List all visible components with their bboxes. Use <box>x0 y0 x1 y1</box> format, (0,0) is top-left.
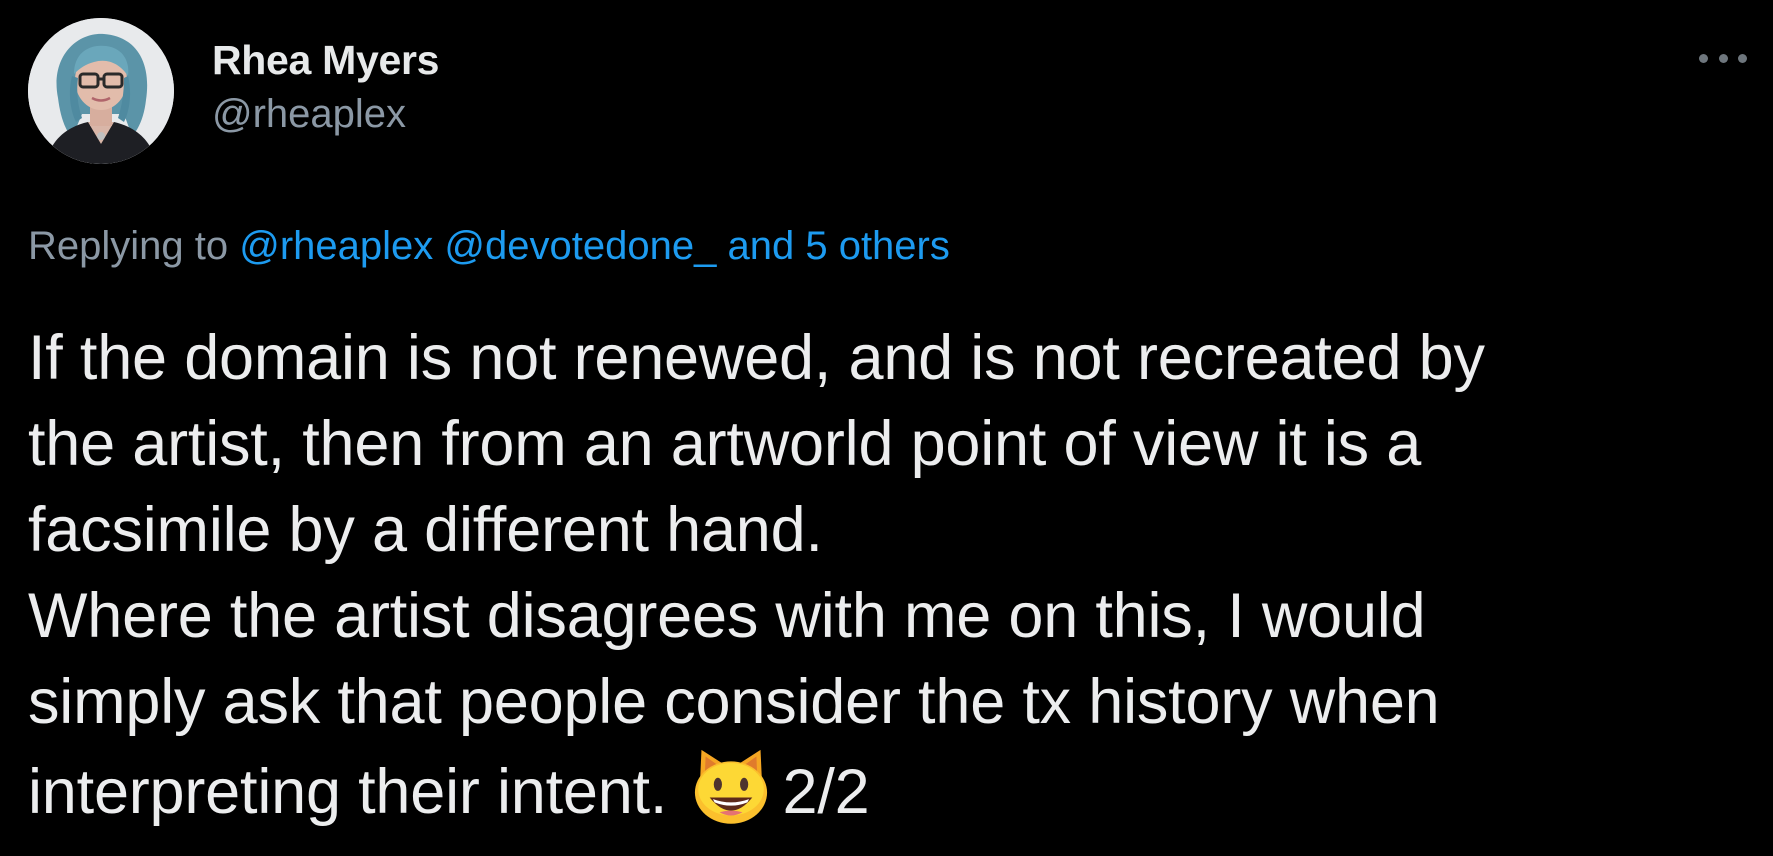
author-display-name[interactable]: Rhea Myers <box>212 36 439 84</box>
avatar-photo-icon <box>28 18 174 164</box>
more-dot <box>1738 53 1747 63</box>
mention-link[interactable]: @devotedone_ <box>444 224 716 268</box>
author-handle[interactable]: @rheaplex <box>212 88 439 140</box>
author-block: Rhea Myers @rheaplex <box>212 36 439 140</box>
replying-to-line: Replying to @rheaplex @devotedone_ and 5… <box>28 220 950 272</box>
tweet-text: If the domain is not renewed, and is not… <box>28 315 1728 835</box>
tweet-line: simply ask that people consider the tx h… <box>28 667 1440 737</box>
tweet-line: the artist, then from an artworld point … <box>28 409 1422 479</box>
tweet-line: interpreting their intent. <box>28 757 668 827</box>
tweet-line: facsimile by a different hand. <box>28 495 823 565</box>
tweet-line: If the domain is not renewed, and is not… <box>28 323 1485 393</box>
others-link[interactable]: and 5 others <box>727 224 949 268</box>
tweet-line: Where the artist disagrees with me on th… <box>28 581 1426 651</box>
smiling-cat-face-icon <box>695 749 768 824</box>
more-dot <box>1718 53 1728 63</box>
mention-link[interactable]: @rheaplex <box>239 224 433 268</box>
tweet-card: Rhea Myers @rheaplex Replying to @rheapl… <box>0 0 1773 856</box>
replying-to-label: Replying to <box>28 224 229 268</box>
more-dot <box>1699 53 1708 63</box>
avatar[interactable] <box>28 18 174 164</box>
thread-counter: 2/2 <box>782 757 870 827</box>
more-options-icon[interactable] <box>1699 46 1747 70</box>
tweet-line-last: interpreting their intent. 2/2 <box>28 745 1728 835</box>
